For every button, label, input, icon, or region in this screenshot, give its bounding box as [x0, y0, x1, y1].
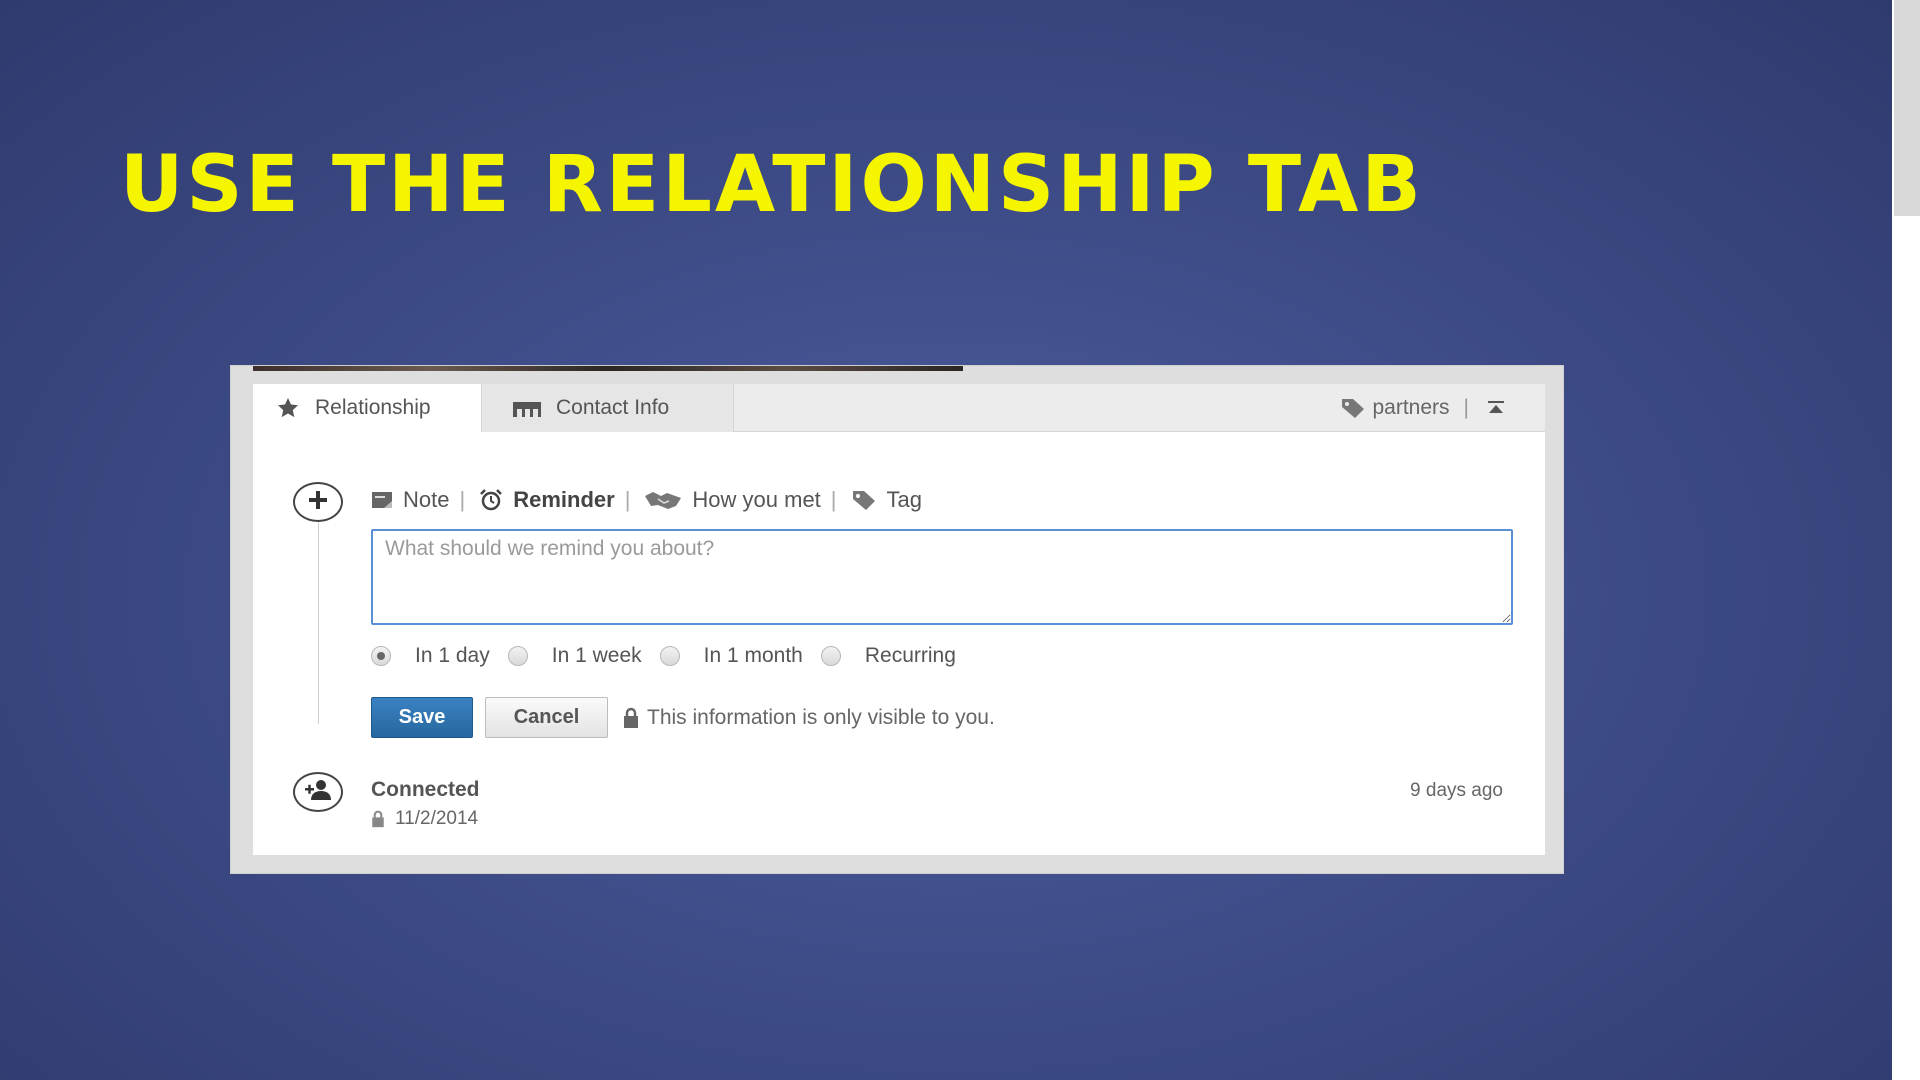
- action-label: Reminder: [513, 487, 615, 512]
- collapse-icon[interactable]: [1487, 400, 1505, 416]
- separator: |: [830, 487, 837, 512]
- radio-label: In 1 month: [703, 644, 803, 667]
- action-label: Tag: [886, 487, 922, 512]
- plus-icon: [307, 489, 329, 516]
- action-note[interactable]: Note: [371, 487, 449, 513]
- radio-in-1-day[interactable]: In 1 day: [371, 644, 490, 668]
- action-label: Note: [403, 487, 450, 512]
- privacy-text: This information is only visible to you.: [647, 706, 995, 729]
- add-button[interactable]: [293, 482, 343, 522]
- action-bar: Note | Reminder | How you met | Tag: [371, 480, 922, 520]
- connection-date: 11/2/2014: [371, 808, 478, 830]
- note-icon: [371, 490, 393, 510]
- tag-label[interactable]: partners: [1372, 396, 1449, 420]
- lock-icon: [623, 707, 639, 729]
- radio-label: In 1 week: [551, 644, 642, 667]
- reminder-timing-options: In 1 day In 1 week In 1 month Recurring: [371, 639, 974, 673]
- add-person-icon: [303, 779, 333, 806]
- handshake-icon: [644, 490, 682, 510]
- relationship-card: Relationship Contact Info partners | Not…: [253, 384, 1545, 855]
- presentation-slide: USE THE RELATIONSHIP TAB Relationship Co…: [0, 0, 1892, 1080]
- action-how-you-met[interactable]: How you met: [644, 487, 821, 513]
- radio-button[interactable]: [820, 646, 841, 666]
- alarm-clock-icon: [479, 488, 503, 512]
- radio-label: Recurring: [864, 644, 956, 667]
- reminder-input[interactable]: [371, 529, 1513, 625]
- cancel-button[interactable]: Cancel: [485, 697, 608, 738]
- separator: |: [1463, 395, 1469, 419]
- profile-photo-strip: [253, 366, 963, 371]
- tag-area: partners |: [1340, 384, 1505, 431]
- tab-relationship[interactable]: Relationship: [253, 384, 481, 432]
- lock-icon: [371, 810, 385, 828]
- action-label: How you met: [692, 487, 821, 512]
- radio-in-1-week[interactable]: In 1 week: [507, 644, 642, 668]
- radio-button[interactable]: [659, 646, 680, 666]
- save-button[interactable]: Save: [371, 697, 473, 738]
- tab-label: Relationship: [315, 396, 431, 419]
- radio-recurring[interactable]: Recurring: [820, 644, 956, 668]
- privacy-note: This information is only visible to you.: [623, 701, 995, 735]
- slide-title: USE THE RELATIONSHIP TAB: [120, 140, 1424, 230]
- connection-relative-time: 9 days ago: [1410, 780, 1503, 801]
- tab-contact-info[interactable]: Contact Info: [481, 384, 734, 432]
- relationship-panel-screenshot: Relationship Contact Info partners | Not…: [230, 365, 1564, 874]
- tab-bar: Relationship Contact Info partners |: [253, 384, 1545, 432]
- connection-date-text: 11/2/2014: [395, 808, 479, 829]
- separator: |: [459, 487, 466, 512]
- separator: |: [624, 487, 631, 512]
- radio-button[interactable]: [371, 646, 391, 666]
- tag-icon: [1340, 397, 1366, 419]
- tag-icon: [851, 489, 877, 511]
- radio-in-1-month[interactable]: In 1 month: [659, 644, 803, 668]
- action-reminder[interactable]: Reminder: [479, 487, 615, 513]
- timeline-line: [318, 506, 319, 724]
- scrollbar-thumb[interactable]: [1894, 0, 1920, 216]
- connection-icon-badge: [293, 772, 343, 812]
- connection-title: Connected: [371, 778, 480, 801]
- action-tag[interactable]: Tag: [851, 487, 922, 513]
- id-card-icon: [512, 397, 542, 419]
- radio-label: In 1 day: [415, 644, 490, 667]
- radio-button[interactable]: [507, 646, 528, 666]
- star-icon: [275, 396, 301, 420]
- scrollbar[interactable]: [1892, 0, 1920, 1080]
- tab-label: Contact Info: [556, 396, 670, 419]
